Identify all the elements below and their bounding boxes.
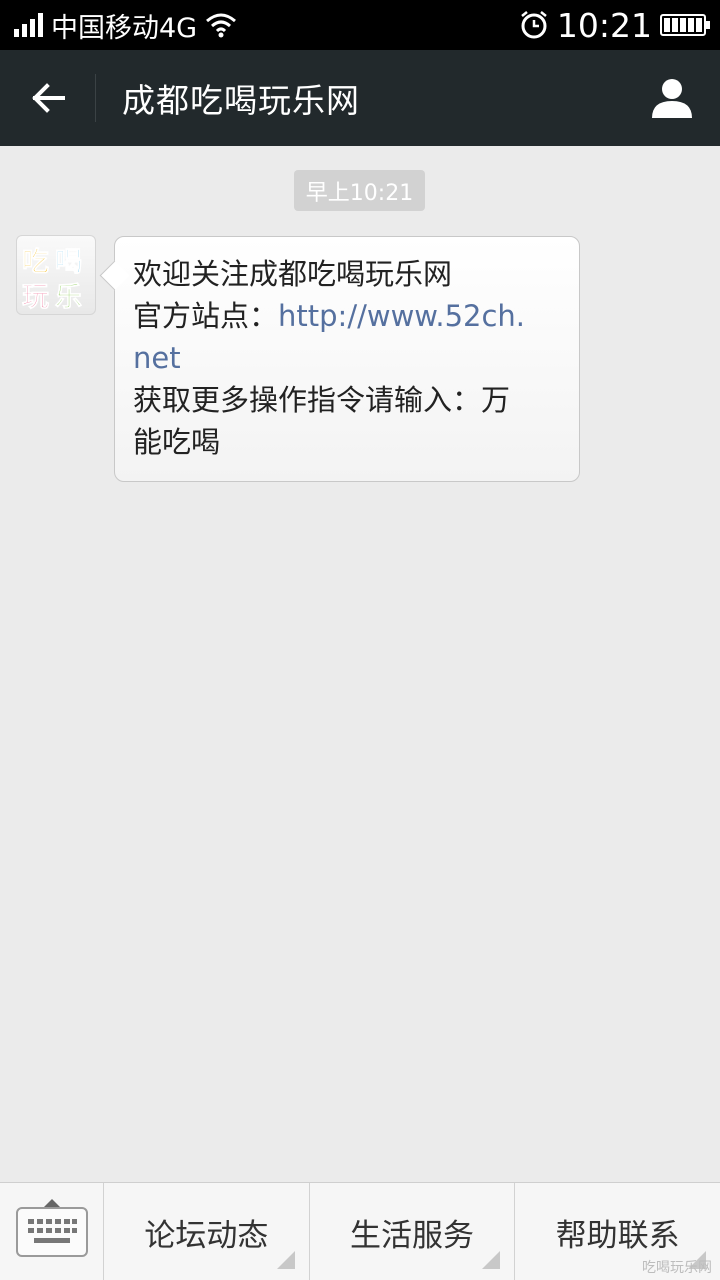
message-timestamp: 早上10:21 <box>294 170 425 211</box>
avatar[interactable]: 吃 喝 玩 乐 <box>16 235 96 315</box>
status-time: 10:21 <box>556 5 652 45</box>
message-line: 能吃喝 <box>133 425 221 459</box>
svg-text:玩: 玩 <box>22 282 49 313</box>
submenu-indicator-icon <box>482 1251 501 1269</box>
message-bubble[interactable]: 欢迎关注成都吃喝玩乐网 官方站点：http://www.52ch. net 获取… <box>114 236 580 482</box>
battery-icon <box>660 14 710 36</box>
submenu-indicator-icon <box>276 1251 295 1269</box>
arrow-left-icon <box>31 83 65 113</box>
svg-text:乐: 乐 <box>55 282 82 313</box>
menu-item-life-services[interactable]: 生活服务 <box>310 1183 516 1280</box>
status-right: 10:21 <box>519 5 710 45</box>
menu-item-forum[interactable]: 论坛动态 <box>104 1183 310 1280</box>
menu-item-label: 生活服务 <box>350 1217 474 1254</box>
menu-item-label: 论坛动态 <box>144 1217 269 1254</box>
signal-icon <box>14 13 43 37</box>
svg-text:吃: 吃 <box>22 247 49 278</box>
message-line: 欢迎关注成都吃喝玩乐网 <box>133 257 453 291</box>
back-button[interactable] <box>0 74 96 122</box>
title-bar: 成都吃喝玩乐网 <box>0 50 720 146</box>
profile-button[interactable] <box>624 50 720 146</box>
menu-item-label: 帮助联系 <box>555 1217 680 1254</box>
caret-up-icon <box>44 1199 60 1207</box>
menu-item-help[interactable]: 帮助联系 吃喝玩乐网 <box>515 1183 720 1280</box>
alarm-clock-icon <box>521 11 547 39</box>
status-bar: 中国移动4G 10:21 <box>0 0 720 50</box>
site-link-continued[interactable]: net <box>133 337 561 379</box>
carrier-name: 中国移动4G <box>51 12 198 44</box>
message-line: 官方站点：http://www.52ch. <box>133 295 561 337</box>
logo-icon: 吃 喝 玩 乐 <box>22 247 83 314</box>
bottom-menu-bar: 论坛动态 生活服务 帮助联系 吃喝玩乐网 <box>0 1182 720 1280</box>
keyboard-toggle-button[interactable] <box>0 1183 104 1280</box>
person-icon <box>652 79 692 118</box>
keyboard-icon <box>15 1207 88 1257</box>
svg-text:喝: 喝 <box>55 247 82 278</box>
watermark: 吃喝玩乐网 <box>642 1260 713 1276</box>
site-link[interactable]: http://www.52ch. <box>278 299 525 333</box>
site-label: 官方站点： <box>133 299 279 333</box>
message-line: 获取更多操作指令请输入：万 <box>133 383 511 417</box>
status-left: 中国移动4G <box>14 6 237 45</box>
wifi-icon <box>206 13 237 38</box>
page-title: 成都吃喝玩乐网 <box>122 81 360 120</box>
